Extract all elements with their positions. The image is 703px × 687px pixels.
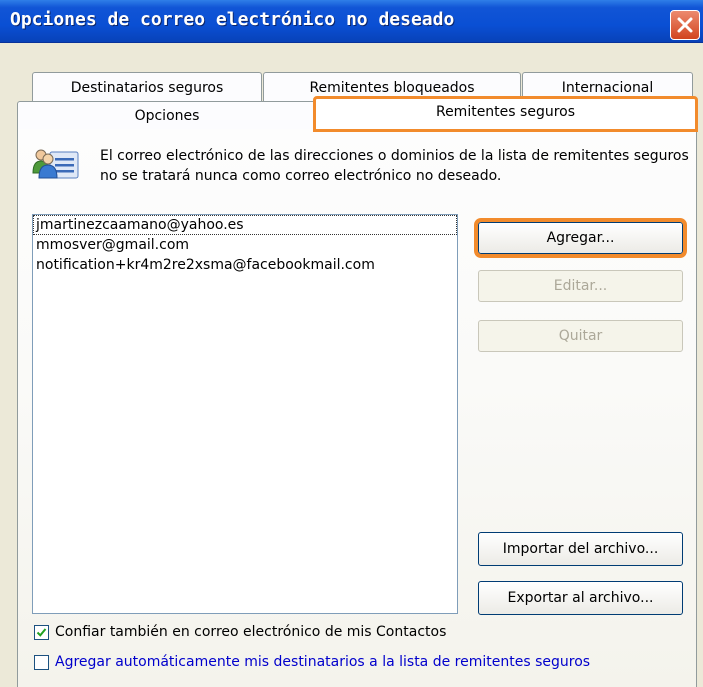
trust-contacts-label: Confiar también en correo electrónico de… (55, 624, 447, 640)
list-item[interactable]: jmartinezcaamano@yahoo.es (33, 215, 457, 235)
tab-remitentes-seguros[interactable]: Remitentes seguros (313, 96, 698, 132)
tab-label: Remitentes bloqueados (309, 79, 475, 96)
export-button[interactable]: Exportar al archivo... (478, 581, 683, 615)
window-title: Opciones de correo electrónico no desead… (10, 9, 455, 30)
edit-button[interactable]: Editar... (478, 270, 683, 302)
edit-button-label: Editar... (553, 278, 608, 294)
title-bar: Opciones de correo electrónico no desead… (0, 0, 703, 43)
contacts-icon (32, 149, 79, 179)
tab-label: Opciones (134, 107, 200, 124)
tab-label: Internacional (561, 79, 654, 96)
trust-contacts-checkbox-row[interactable]: Confiar también en correo electrónico de… (34, 621, 446, 643)
checkmark-icon (36, 627, 47, 637)
list-item[interactable]: notification+kr4m2re2xsma@facebookmail.c… (33, 255, 457, 275)
import-button-label: Importar del archivo... (502, 541, 659, 557)
tab-label: Destinatarios seguros (70, 79, 224, 96)
tab-label: Remitentes seguros (435, 103, 576, 120)
auto-add-recipients-checkbox-row[interactable]: Agregar automáticamente mis destinatario… (34, 651, 590, 673)
auto-add-recipients-label: Agregar automáticamente mis destinatario… (55, 654, 591, 670)
remove-button-label: Quitar (558, 328, 603, 344)
add-button-label: Agregar... (546, 230, 615, 246)
export-button-label: Exportar al archivo... (507, 590, 654, 606)
safe-senders-list[interactable]: jmartinezcaamano@yahoo.es mmosver@gmail.… (32, 214, 458, 614)
list-item[interactable]: mmosver@gmail.com (33, 235, 457, 255)
tab-opciones[interactable]: Opciones (17, 101, 317, 129)
trust-contacts-checkbox[interactable] (34, 624, 49, 640)
tab-destinatarios-seguros[interactable]: Destinatarios seguros (32, 72, 262, 102)
remove-button[interactable]: Quitar (478, 320, 683, 352)
close-icon (677, 17, 693, 33)
add-button[interactable]: Agregar... (474, 218, 687, 258)
description-text: El correo electrónico de las direcciones… (100, 148, 689, 184)
import-button[interactable]: Importar del archivo... (478, 532, 683, 566)
auto-add-recipients-checkbox[interactable] (34, 654, 49, 670)
close-button[interactable] (670, 10, 700, 40)
